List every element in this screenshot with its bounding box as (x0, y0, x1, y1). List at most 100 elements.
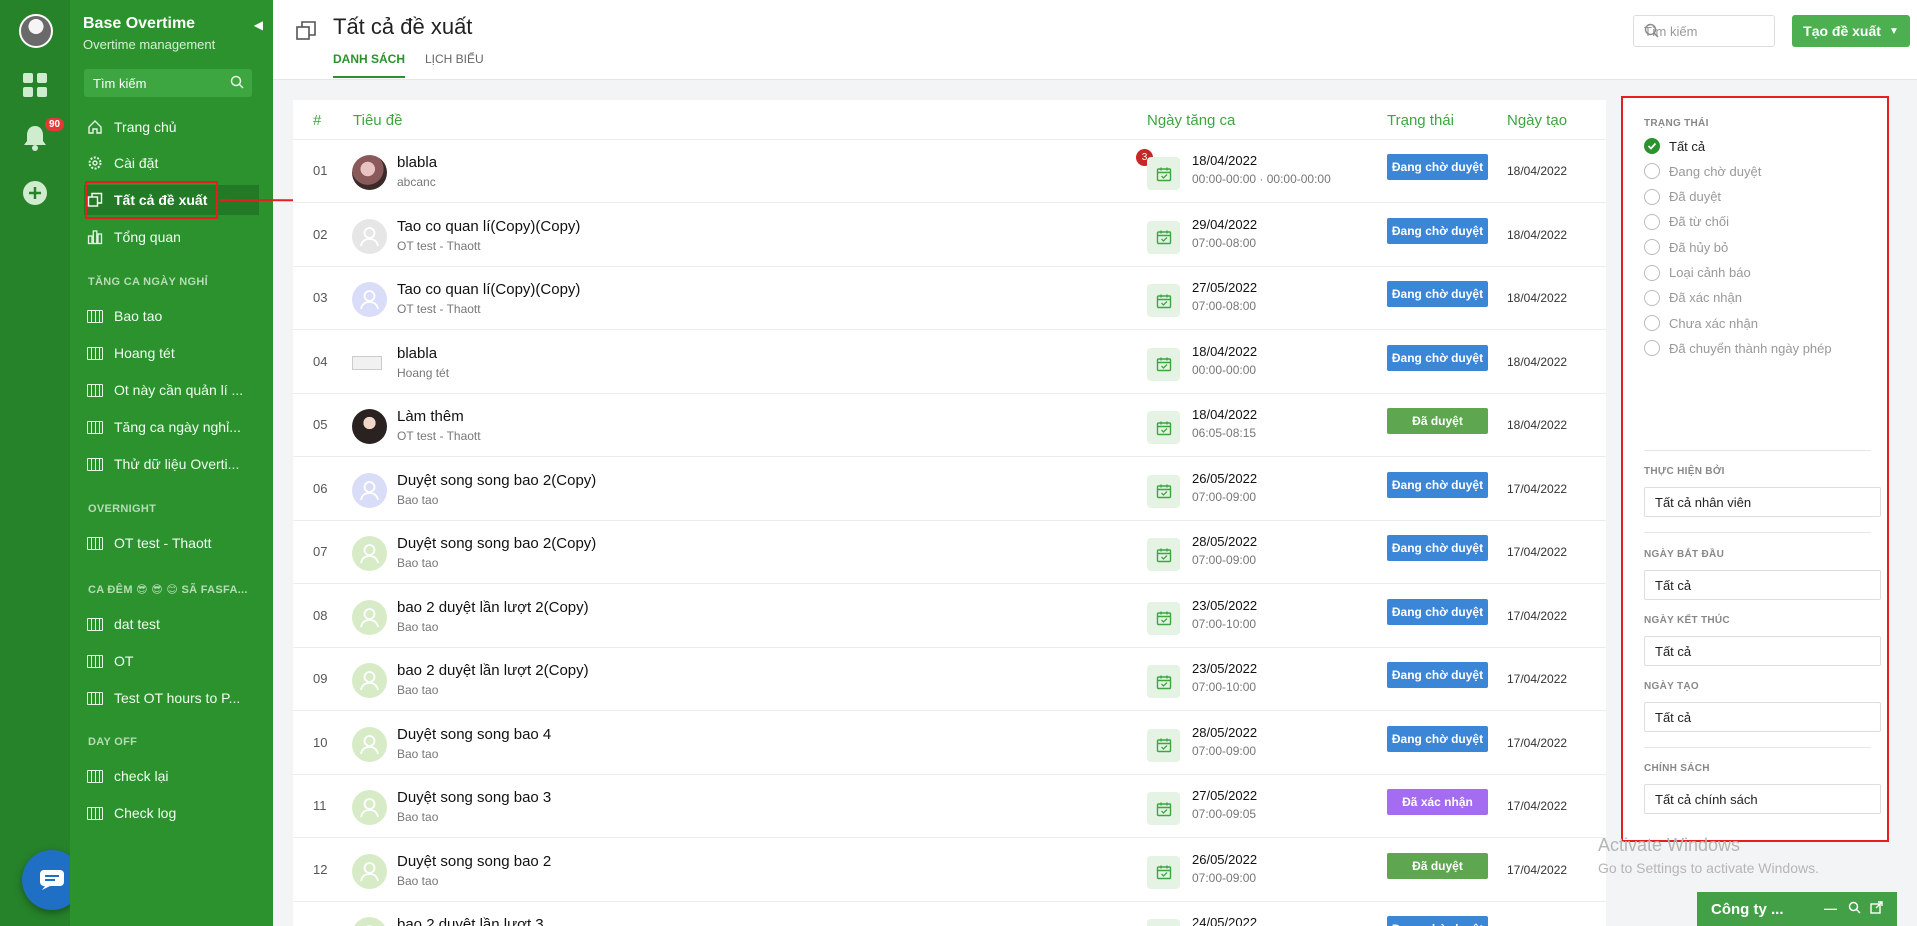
table-row[interactable]: 11 Duyệt song song bao 3 Bao tao 27/05/2022… (293, 775, 1606, 838)
avatar (352, 726, 387, 762)
sidebar-item-bao-tao[interactable]: Bao tao (84, 301, 254, 331)
radio-unchecked-icon (1644, 340, 1660, 357)
avatar (352, 409, 387, 444)
list-icon (87, 536, 103, 550)
status-radio-option[interactable]: Tất cả (1644, 138, 1705, 154)
status-radio-option[interactable]: Đang chờ duyệt (1644, 163, 1761, 180)
sidebar-item-ot-manager[interactable]: Ot này cần quản lí ... (84, 375, 254, 405)
row-number: 02 (313, 226, 328, 242)
status-radio-option[interactable]: Đã duyệt (1644, 188, 1721, 205)
create-proposal-button[interactable]: Tạo đề xuất ▼ (1792, 15, 1910, 47)
ot-time-range: 07:00-09:00 (1192, 743, 1257, 758)
end-date-input[interactable]: Tất cả (1644, 636, 1881, 666)
row-title[interactable]: Duyệt song song bao 2 (397, 853, 551, 870)
minimize-icon[interactable]: — (1824, 901, 1837, 916)
row-title[interactable]: bao 2 duyệt lần lượt 2(Copy) (397, 662, 589, 679)
row-title[interactable]: blabla (397, 154, 437, 171)
sidebar-item-overview[interactable]: Tổng quan (84, 222, 254, 252)
ot-date: 28/05/2022 (1192, 534, 1258, 549)
notification-badge: 90 (45, 118, 65, 131)
row-number: 04 (313, 353, 328, 369)
table-row[interactable]: 13bao 2 duyệt lần lượt 324/05/2022Đang c… (293, 902, 1606, 926)
row-title[interactable]: Tao co quan lí(Copy)(Copy) (397, 218, 580, 235)
row-title[interactable]: Làm thêm (397, 408, 464, 425)
user-avatar[interactable] (19, 14, 53, 48)
divider (1644, 747, 1871, 748)
ot-date: 18/04/2022 (1192, 407, 1258, 422)
sidebar-item-check-log[interactable]: Check log (84, 798, 254, 828)
status-radio-option[interactable]: Đã xác nhận (1644, 289, 1742, 306)
row-title[interactable]: Duyệt song song bao 2(Copy) (397, 472, 596, 489)
calendar-icon (1147, 474, 1180, 508)
status-radio-option[interactable]: Loại cảnh báo (1644, 264, 1751, 281)
row-title[interactable]: Duyệt song song bao 3 (397, 789, 551, 806)
calendar-icon (1147, 347, 1180, 381)
status-radio-option[interactable]: Đã chuyển thành ngày phép (1644, 340, 1832, 357)
table-row[interactable]: 01 blabla abcanc 3 18/04/2022 00:00-00:00 · 0… (293, 140, 1606, 203)
calendar-icon (1147, 411, 1180, 444)
sidebar-item-dat-test[interactable]: dat test (84, 609, 254, 639)
sidebar-item-settings[interactable]: Cài đặt (84, 148, 254, 178)
header-search-input[interactable]: Tìm kiếm (1633, 15, 1775, 47)
table-row[interactable]: 12 Duyệt song song bao 2 Bao tao 26/05/2022… (293, 839, 1606, 902)
company-chat-bar[interactable]: Công ty ... — (1697, 892, 1897, 926)
row-title[interactable]: Duyệt song song bao 2(Copy) (397, 535, 596, 552)
row-title[interactable]: blabla (397, 345, 437, 362)
search-icon (230, 75, 244, 92)
sidebar-item-hoang-tet[interactable]: Hoang tét (84, 338, 254, 368)
table-row[interactable]: 04 blabla Hoang tét 18/04/2022 00:00-00:00 Đa… (293, 331, 1606, 394)
apps-grid-icon[interactable] (22, 72, 48, 101)
sidebar-item-holiday-ot[interactable]: Tăng ca ngày nghỉ... (84, 412, 254, 442)
proposals-table: # Tiêu đề Ngày tăng ca Trạng thái Ngày t… (293, 100, 1606, 926)
row-title[interactable]: Duyệt song song bao 4 (397, 726, 551, 743)
status-radio-option[interactable]: Đã từ chối (1644, 213, 1729, 230)
sidebar-item-test-ot-hours[interactable]: Test OT hours to P... (84, 683, 254, 713)
table-row[interactable]: 07 Duyệt song song bao 2(Copy) Bao tao 28/0… (293, 521, 1606, 584)
sidebar-item-check-lai[interactable]: check lại (84, 761, 254, 791)
tab-calendar[interactable]: LỊCH BIỂU (425, 52, 484, 76)
table-row[interactable]: 10 Duyệt song song bao 4 Bao tao 28/05/2022… (293, 712, 1606, 775)
bell-icon[interactable] (22, 124, 48, 155)
sidebar-item-ot[interactable]: OT (84, 646, 254, 676)
collapse-sidebar-icon[interactable]: ◀ (254, 18, 263, 32)
ot-time-range: 06:05-08:15 (1192, 426, 1257, 440)
row-number: 08 (313, 607, 328, 623)
table-row[interactable]: 09 bao 2 duyệt lần lượt 2(Copy) Bao tao 23/… (293, 648, 1606, 711)
search-icon[interactable] (1848, 901, 1861, 917)
table-row[interactable]: 08 bao 2 duyệt lần lượt 2(Copy) Bao tao 23/… (293, 585, 1606, 648)
column-header-created: Ngày tạo (1507, 112, 1568, 129)
add-circle-icon[interactable] (22, 180, 48, 209)
sidebar-item-test-data[interactable]: Thử dữ liệu Overti... (84, 449, 254, 479)
status-radio-option[interactable]: Chưa xác nhận (1644, 315, 1758, 332)
expand-icon[interactable] (1870, 901, 1883, 917)
status-radio-option[interactable]: Đã hủy bỏ (1644, 239, 1728, 256)
table-row[interactable]: 03 Tao co quan lí(Copy)(Copy) OT test - Th… (293, 267, 1606, 330)
row-title[interactable]: bao 2 duyệt lần lượt 2(Copy) (397, 599, 589, 616)
table-row[interactable]: 06 Duyệt song song bao 2(Copy) Bao tao 26/0… (293, 458, 1606, 521)
ot-time-range: 07:00-08:00 (1192, 235, 1257, 250)
table-row[interactable]: 02 Tao co quan lí(Copy)(Copy) OT test - Th… (293, 204, 1606, 267)
row-number: 06 (313, 480, 328, 496)
row-number: 10 (313, 734, 328, 750)
sidebar-item-home[interactable]: Trang chủ (84, 112, 254, 142)
created-date: 18/04/2022 (1507, 354, 1568, 369)
list-icon (87, 806, 103, 820)
start-date-input[interactable]: Tất cả (1644, 570, 1881, 600)
created-date: 17/04/2022 (1507, 545, 1568, 559)
page-title: Tất cả đề xuất (333, 14, 473, 39)
performed-by-select[interactable]: Tất cả nhân viên (1644, 487, 1881, 517)
policy-select[interactable]: Tất cả chính sách (1644, 784, 1881, 814)
row-subtitle: Bao tao (397, 492, 439, 507)
created-date-input[interactable]: Tất cả (1644, 702, 1881, 732)
radio-unchecked-icon (1644, 264, 1660, 281)
created-date: 17/04/2022 (1507, 672, 1568, 686)
sidebar-search-input[interactable]: Tìm kiếm (84, 69, 252, 97)
row-title[interactable]: Tao co quan lí(Copy)(Copy) (397, 281, 580, 298)
filter-panel: TRẠNG THÁI Tất cả Đang chờ duyệt Đã duyệt Đ… (1621, 96, 1889, 842)
ot-time-range: 07:00-10:00 (1192, 680, 1257, 694)
status-badge: Đang chờ duyệt (1387, 662, 1488, 688)
row-title[interactable]: bao 2 duyệt lần lượt 3 (397, 916, 544, 926)
table-row[interactable]: 05 Làm thêm OT test - Thaott 18/04/2022 06:0… (293, 394, 1606, 457)
sidebar-item-ot-test-thaott[interactable]: OT test - Thaott (84, 528, 254, 558)
tab-list[interactable]: DANH SÁCH (333, 52, 405, 78)
